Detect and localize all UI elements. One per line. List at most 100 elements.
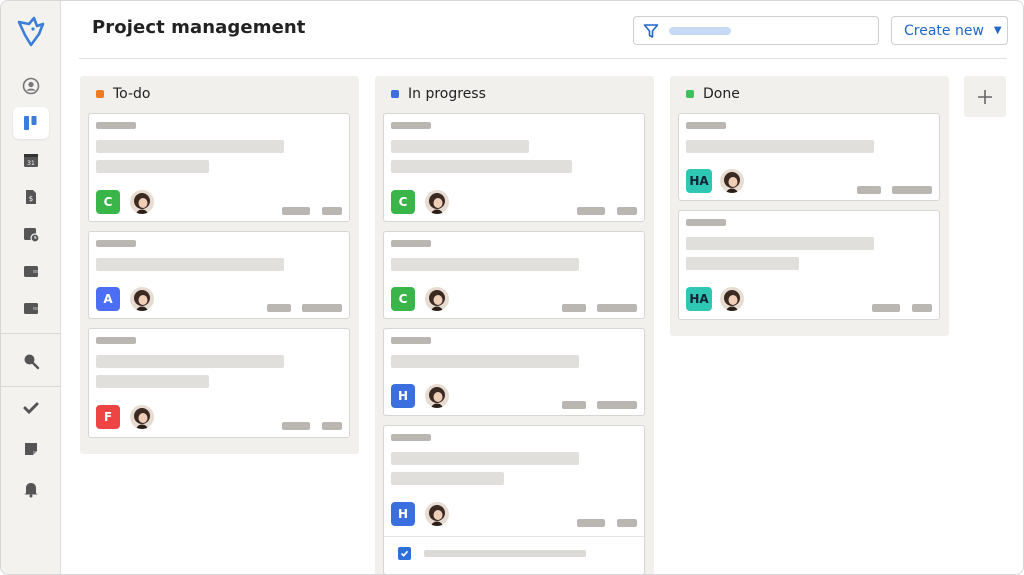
assignee-badge: C — [96, 190, 120, 214]
card-meta — [322, 422, 342, 430]
task-card[interactable]: A — [88, 231, 350, 319]
task-card[interactable]: C — [383, 113, 645, 222]
assignee-badge: C — [391, 190, 415, 214]
create-new-label: Create new — [904, 22, 984, 39]
note-icon[interactable] — [13, 433, 49, 465]
task-card[interactable]: HA — [678, 210, 940, 320]
task-card[interactable]: C — [383, 231, 645, 319]
app-window: 31 $ Project management Create new ▼ To-… — [0, 0, 1024, 575]
card-meta — [872, 304, 900, 312]
task-card[interactable]: HA — [678, 113, 940, 201]
caret-down-icon[interactable]: ▼ — [994, 25, 1002, 36]
task-card[interactable]: H — [383, 328, 645, 416]
svg-text:31: 31 — [27, 160, 35, 167]
card-meta — [892, 186, 932, 194]
card-meta — [302, 304, 342, 312]
create-new-button[interactable]: Create new ▼ — [891, 16, 1008, 45]
card-title-line — [96, 140, 284, 153]
card-title-line — [96, 258, 284, 271]
assignee-badge: A — [96, 287, 120, 311]
card-meta — [282, 207, 310, 215]
assignee-badge: H — [391, 502, 415, 526]
wallet-icon[interactable] — [13, 255, 49, 287]
card-meta — [577, 207, 605, 215]
filter-search[interactable] — [633, 16, 879, 45]
assignee-badge: F — [96, 405, 120, 429]
add-column-button[interactable] — [964, 76, 1006, 117]
bell-icon[interactable] — [13, 473, 49, 505]
card-meta — [912, 304, 932, 312]
card-title-line — [391, 355, 579, 368]
svg-text:$: $ — [29, 195, 33, 203]
card-tag — [96, 240, 136, 247]
column-header[interactable]: To-do — [80, 76, 359, 112]
status-dot-icon — [686, 90, 694, 98]
avatar — [425, 287, 449, 311]
search-icon[interactable] — [13, 345, 49, 377]
card-title-line — [686, 140, 874, 153]
column-header[interactable]: Done — [670, 76, 949, 112]
card-meta — [617, 207, 637, 215]
avatar — [720, 169, 744, 193]
card-title-line — [391, 452, 579, 465]
card-title-line — [391, 140, 529, 153]
card-tag — [391, 240, 431, 247]
checklist-item[interactable] — [384, 536, 646, 570]
board-icon[interactable] — [13, 107, 49, 139]
checkbox[interactable] — [398, 547, 411, 560]
filter-input[interactable] — [669, 26, 731, 35]
assignee-badge: C — [391, 287, 415, 311]
card-meta — [562, 304, 586, 312]
wallet-alt-icon[interactable] — [13, 292, 49, 324]
avatar — [425, 502, 449, 526]
card-tag — [686, 122, 726, 129]
sidebar-divider — [1, 386, 61, 387]
calendar-icon[interactable]: 31 — [13, 144, 49, 176]
card-meta — [562, 401, 586, 409]
card-tag — [686, 219, 726, 226]
page-title: Project management — [92, 17, 306, 38]
task-card[interactable]: H — [383, 425, 646, 574]
sidebar-divider — [1, 333, 61, 334]
task-card[interactable]: F — [88, 328, 350, 438]
card-title-line — [96, 355, 284, 368]
card-meta — [322, 207, 342, 215]
logo-icon[interactable] — [14, 15, 48, 49]
schedule-icon[interactable] — [13, 218, 49, 250]
assignee-badge: HA — [686, 169, 712, 193]
column-title: Done — [703, 86, 740, 102]
card-tag — [391, 337, 431, 344]
card-meta — [597, 304, 637, 312]
profile-icon[interactable] — [13, 70, 49, 102]
avatar — [425, 384, 449, 408]
header-divider — [79, 58, 1007, 59]
column-title: In progress — [408, 86, 486, 102]
card-subtitle-line — [686, 257, 799, 270]
card-subtitle-line — [391, 160, 572, 173]
sidebar: 31 $ — [1, 1, 61, 574]
card-meta — [577, 519, 605, 527]
task-card[interactable]: C — [88, 113, 350, 222]
card-subtitle-line — [96, 160, 209, 173]
assignee-badge: H — [391, 384, 415, 408]
card-tag — [391, 434, 431, 441]
card-meta — [597, 401, 637, 409]
avatar — [130, 190, 154, 214]
card-subtitle-line — [96, 375, 209, 388]
avatar — [720, 287, 744, 311]
assignee-badge: HA — [686, 287, 712, 311]
card-title-line — [391, 258, 579, 271]
avatar — [130, 287, 154, 311]
check-icon[interactable] — [13, 392, 49, 424]
column-header[interactable]: In progress — [375, 76, 654, 112]
card-meta — [267, 304, 291, 312]
card-meta — [857, 186, 881, 194]
filter-icon[interactable] — [643, 23, 659, 39]
invoice-icon[interactable]: $ — [13, 181, 49, 213]
column-in-progress: In progress C C H H — [375, 76, 654, 574]
card-meta — [617, 519, 637, 527]
column-title: To-do — [113, 86, 151, 102]
card-subtitle-line — [391, 472, 504, 485]
card-tag — [391, 122, 431, 129]
card-title-line — [686, 237, 874, 250]
